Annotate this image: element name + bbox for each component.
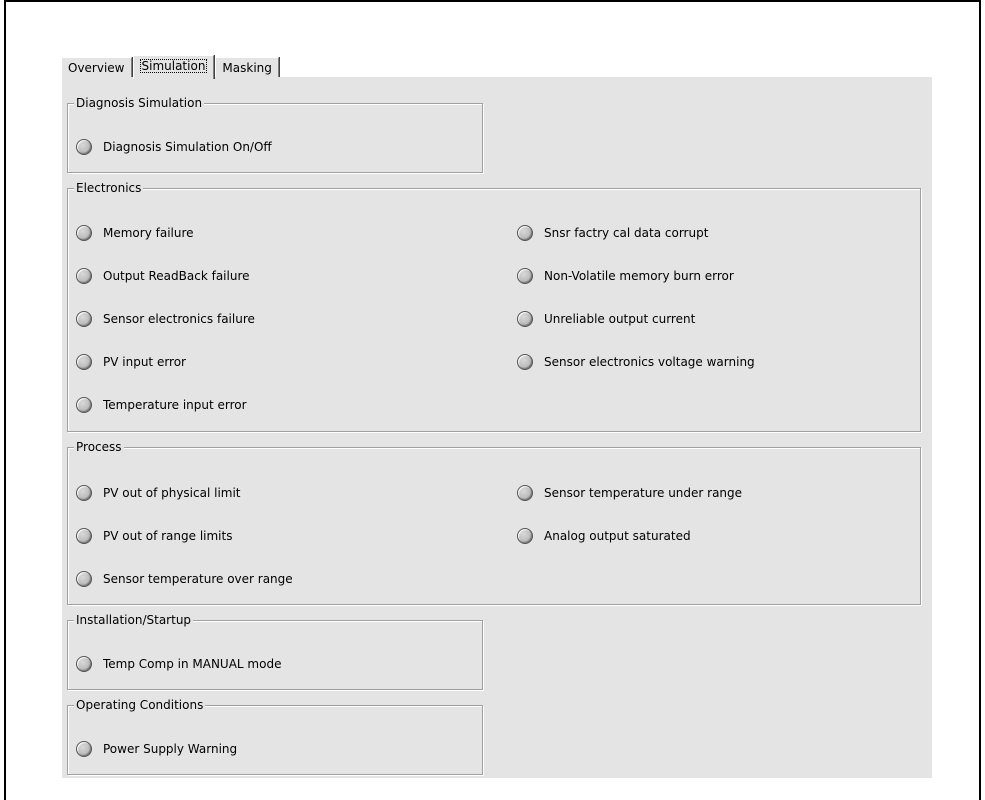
item-label: Memory failure: [103, 226, 194, 240]
status-led-icon: [517, 268, 533, 284]
status-led-icon: [517, 485, 533, 501]
item-label: Non-Volatile memory burn error: [544, 269, 734, 283]
item-label: PV out of physical limit: [103, 486, 241, 500]
item-label: Output ReadBack failure: [103, 269, 250, 283]
group-title: Diagnosis Simulation: [74, 95, 205, 111]
status-led-icon: [517, 225, 533, 241]
status-led-icon: [76, 311, 92, 327]
item-label: Sensor electronics failure: [103, 312, 255, 326]
status-led-icon: [76, 354, 92, 370]
group-title: Operating Conditions: [74, 697, 206, 713]
status-led-icon: [76, 139, 92, 155]
status-led-icon: [517, 528, 533, 544]
status-led-icon: [517, 311, 533, 327]
item-label: Analog output saturated: [544, 529, 691, 543]
group-title: Process: [74, 439, 124, 455]
tab-simulation-label: Simulation: [139, 59, 208, 73]
indicator-sensor-temperature-under-range[interactable]: Sensor temperature under range: [517, 484, 742, 502]
tab-overview-label: Overview: [68, 61, 125, 75]
status-led-icon: [76, 485, 92, 501]
tab-masking[interactable]: Masking: [215, 57, 279, 78]
tab-strip: Overview Simulation Masking: [61, 54, 280, 79]
indicator-sensor-electronics-voltage-warning[interactable]: Sensor electronics voltage warning: [517, 353, 755, 371]
item-label: PV input error: [103, 355, 186, 369]
indicator-temperature-input-error[interactable]: Temperature input error: [76, 396, 247, 414]
group-operating-conditions: Operating Conditions Power Supply Warnin…: [67, 697, 483, 775]
indicator-pv-input-error[interactable]: PV input error: [76, 353, 186, 371]
indicator-non-volatile-memory-burn-error[interactable]: Non-Volatile memory burn error: [517, 267, 734, 285]
item-label: Sensor temperature over range: [103, 572, 293, 586]
tab-simulation[interactable]: Simulation: [132, 55, 215, 79]
indicator-unreliable-output-current[interactable]: Unreliable output current: [517, 310, 695, 328]
indicator-sensor-temperature-over-range[interactable]: Sensor temperature over range: [76, 570, 293, 588]
indicator-analog-output-saturated[interactable]: Analog output saturated: [517, 527, 691, 545]
simulation-panel: Diagnosis Simulation Diagnosis Simulatio…: [61, 77, 932, 778]
group-title: Electronics: [74, 180, 144, 196]
status-led-icon: [76, 741, 92, 757]
item-label: Sensor temperature under range: [544, 486, 743, 500]
item-label: Unreliable output current: [544, 312, 696, 326]
status-led-icon: [76, 571, 92, 587]
item-label: Temperature input error: [103, 398, 247, 412]
indicator-pv-out-of-physical-limit[interactable]: PV out of physical limit: [76, 484, 241, 502]
status-led-icon: [76, 528, 92, 544]
item-label: Snsr factry cal data corrupt: [544, 226, 709, 240]
item-label: PV out of range limits: [103, 529, 233, 543]
status-led-icon: [76, 225, 92, 241]
indicator-memory-failure[interactable]: Memory failure: [76, 224, 194, 242]
status-led-icon: [76, 397, 92, 413]
group-installation-startup: Installation/Startup Temp Comp in MANUAL…: [67, 612, 483, 690]
tab-masking-label: Masking: [222, 61, 272, 75]
indicator-snsr-factry-cal-data-corrupt[interactable]: Snsr factry cal data corrupt: [517, 224, 708, 242]
item-label: Power Supply Warning: [103, 742, 238, 756]
status-led-icon: [517, 354, 533, 370]
indicator-output-readback-failure[interactable]: Output ReadBack failure: [76, 267, 250, 285]
status-led-icon: [76, 656, 92, 672]
item-label: Sensor electronics voltage warning: [544, 355, 755, 369]
indicator-sensor-electronics-failure[interactable]: Sensor electronics failure: [76, 310, 255, 328]
diagnosis-simulation-toggle[interactable]: Diagnosis Simulation On/Off: [76, 138, 272, 156]
group-diagnosis-simulation: Diagnosis Simulation Diagnosis Simulatio…: [67, 95, 483, 173]
tab-overview[interactable]: Overview: [61, 57, 132, 78]
group-electronics: Electronics Memory failure Output ReadBa…: [67, 180, 921, 432]
item-label: Temp Comp in MANUAL mode: [103, 657, 282, 671]
status-led-icon: [76, 268, 92, 284]
group-process: Process PV out of physical limit PV out …: [67, 439, 921, 605]
indicator-temp-comp-manual-mode[interactable]: Temp Comp in MANUAL mode: [76, 655, 281, 673]
item-label: Diagnosis Simulation On/Off: [103, 140, 272, 154]
group-title: Installation/Startup: [74, 612, 194, 628]
indicator-power-supply-warning[interactable]: Power Supply Warning: [76, 740, 237, 758]
indicator-pv-out-of-range-limits[interactable]: PV out of range limits: [76, 527, 232, 545]
